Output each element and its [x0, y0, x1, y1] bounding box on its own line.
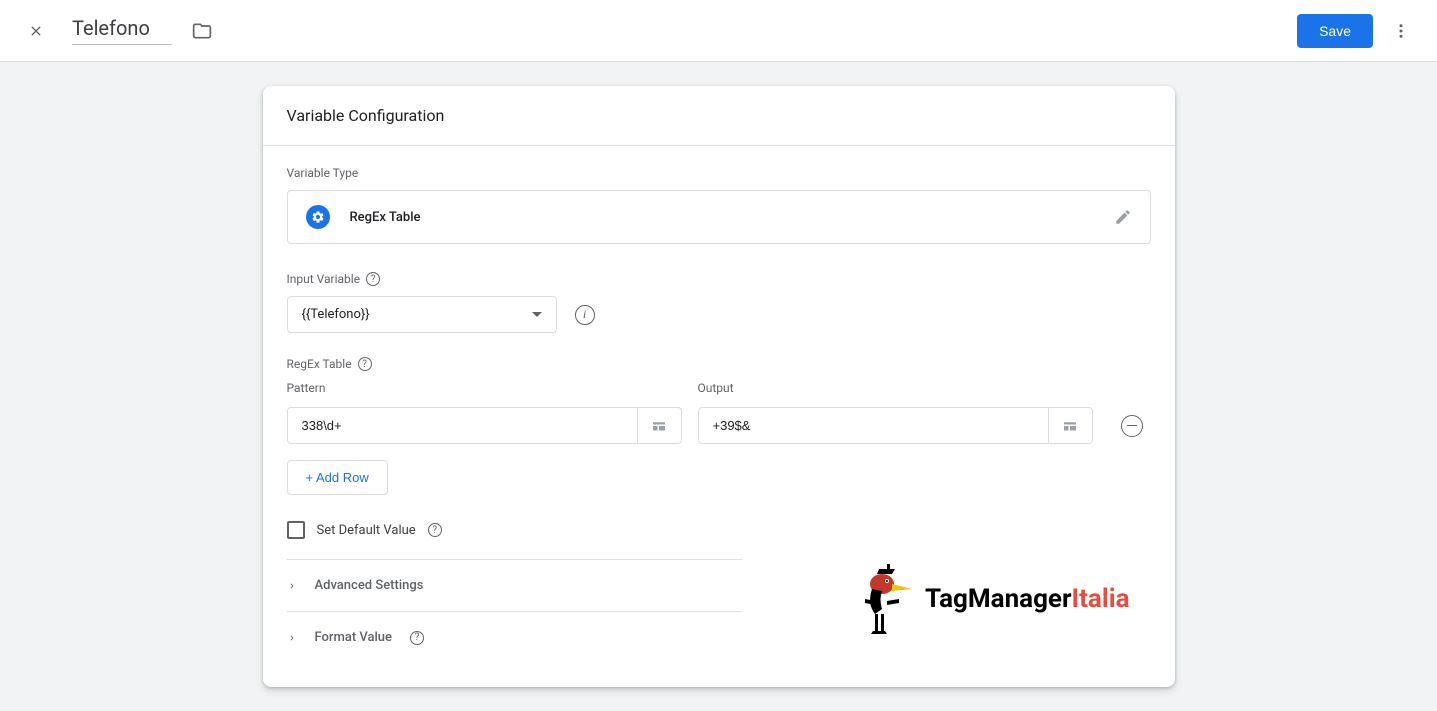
more-menu-icon[interactable]: [1389, 19, 1413, 43]
input-variable-row: {{Telefono}} i: [287, 296, 1151, 333]
table-row: [287, 407, 1151, 444]
minus-icon: [1127, 425, 1137, 427]
regex-table-label-text: RegEx Table: [287, 357, 352, 371]
pattern-input-group: [287, 407, 682, 444]
variable-type-selector[interactable]: RegEx Table: [287, 190, 1151, 244]
set-default-row: Set Default Value ?: [287, 517, 742, 560]
variable-picker-icon[interactable]: [638, 407, 682, 444]
add-row-button[interactable]: + Add Row: [287, 460, 388, 495]
close-icon[interactable]: [24, 19, 48, 43]
advanced-settings-toggle[interactable]: Advanced Settings: [287, 560, 742, 612]
gear-icon: [306, 205, 330, 229]
help-icon[interactable]: ?: [366, 272, 380, 286]
regex-table-label: RegEx Table ?: [287, 357, 1151, 371]
set-default-checkbox[interactable]: [287, 521, 305, 539]
chevron-right-icon: [287, 581, 297, 591]
header-right: Save: [1297, 14, 1413, 48]
variable-picker-icon[interactable]: [1049, 407, 1093, 444]
folder-icon[interactable]: [192, 21, 212, 41]
help-icon[interactable]: ?: [410, 631, 424, 645]
input-variable-label: Input Variable ?: [287, 272, 1151, 286]
card-body: Variable Type RegEx Table Input Variable…: [263, 146, 1175, 687]
output-input-group: [698, 407, 1093, 444]
advanced-settings-label: Advanced Settings: [315, 578, 424, 593]
variable-type-label: Variable Type: [287, 166, 1151, 180]
content-area: Variable Configuration Variable Type Reg…: [0, 62, 1437, 711]
format-value-label: Format Value: [315, 630, 393, 645]
set-default-label: Set Default Value: [317, 523, 416, 538]
variable-title-input[interactable]: Telefono: [72, 16, 172, 45]
table-header-row: Pattern Output: [287, 381, 1151, 401]
pattern-input[interactable]: [287, 407, 638, 444]
help-icon[interactable]: ?: [358, 357, 372, 371]
variable-card: Variable Configuration Variable Type Reg…: [263, 86, 1175, 687]
output-column-label: Output: [698, 381, 1093, 395]
card-title: Variable Configuration: [287, 106, 1151, 125]
header-left: Telefono: [24, 16, 212, 45]
remove-row-button[interactable]: [1121, 415, 1143, 437]
input-variable-value: {{Telefono}}: [302, 307, 370, 322]
input-variable-label-text: Input Variable: [287, 272, 361, 286]
edit-icon: [1114, 208, 1132, 226]
header-bar: Telefono Save: [0, 0, 1437, 62]
pattern-column-label: Pattern: [287, 381, 682, 395]
info-icon[interactable]: i: [575, 305, 595, 325]
title-wrap: Telefono: [72, 16, 212, 45]
input-variable-select[interactable]: {{Telefono}}: [287, 296, 557, 333]
save-button[interactable]: Save: [1297, 14, 1373, 48]
chevron-down-icon: [532, 312, 542, 317]
card-header: Variable Configuration: [263, 86, 1175, 146]
variable-type-name: RegEx Table: [350, 210, 1094, 225]
help-icon[interactable]: ?: [428, 523, 442, 537]
chevron-right-icon: [287, 633, 297, 643]
format-value-toggle[interactable]: Format Value ?: [287, 612, 742, 663]
output-input[interactable]: [698, 407, 1049, 444]
